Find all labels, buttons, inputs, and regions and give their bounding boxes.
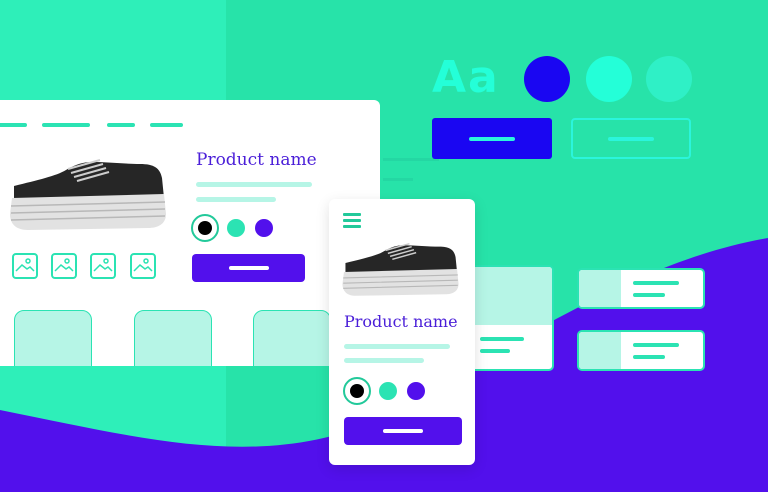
- related-product-tile[interactable]: [14, 310, 92, 366]
- nav-item[interactable]: [150, 123, 183, 127]
- add-to-cart-button[interactable]: [192, 254, 305, 282]
- connector-line: [383, 178, 413, 181]
- text-line: [196, 182, 312, 187]
- color-swatch-cyan: [586, 56, 632, 102]
- color-swatch-blue: [524, 56, 570, 102]
- primary-button-sample[interactable]: [432, 118, 552, 159]
- list-item-thumb: [579, 270, 621, 307]
- button-label-placeholder: [228, 266, 269, 270]
- card-image-placeholder: [470, 267, 552, 325]
- sneaker-image: [342, 242, 459, 296]
- nav-item[interactable]: [107, 123, 135, 127]
- image-icon[interactable]: [51, 253, 77, 279]
- button-label-placeholder: [608, 136, 654, 141]
- color-option-purple[interactable]: [407, 382, 425, 400]
- nav-item[interactable]: [0, 123, 27, 127]
- color-option-teal[interactable]: [379, 382, 397, 400]
- sneaker-image: [10, 159, 166, 230]
- text-line: [633, 293, 665, 297]
- color-option-teal[interactable]: [227, 219, 245, 237]
- color-option-fill: [350, 384, 364, 398]
- text-line: [344, 358, 424, 363]
- button-label-placeholder: [383, 429, 423, 433]
- color-option-black[interactable]: [191, 214, 219, 242]
- image-icon[interactable]: [90, 253, 116, 279]
- related-product-tile[interactable]: [253, 310, 331, 366]
- add-to-cart-button[interactable]: [344, 417, 462, 445]
- button-label-placeholder: [469, 136, 515, 141]
- image-icon[interactable]: [12, 253, 38, 279]
- image-icon[interactable]: [130, 253, 156, 279]
- text-line: [344, 344, 450, 349]
- text-line: [480, 337, 524, 341]
- product-name: Product name: [344, 312, 458, 331]
- list-item-card[interactable]: [577, 268, 705, 309]
- product-name: Product name: [196, 150, 317, 170]
- nav-item[interactable]: [42, 123, 90, 127]
- text-line: [633, 281, 679, 285]
- mobile-product-page: Product name: [329, 199, 475, 465]
- secondary-button-sample[interactable]: [571, 118, 691, 159]
- desktop-product-page: Product name: [0, 100, 380, 366]
- connector-line: [383, 158, 439, 161]
- text-line: [196, 197, 276, 202]
- list-item-thumb: [579, 332, 621, 369]
- related-product-tile[interactable]: [134, 310, 212, 366]
- color-option-purple[interactable]: [255, 219, 273, 237]
- text-line: [480, 349, 510, 353]
- list-item-card[interactable]: [577, 330, 705, 371]
- typography-sample: Aa: [432, 52, 500, 103]
- color-option-fill: [198, 221, 212, 235]
- text-line: [633, 343, 679, 347]
- text-line: [633, 355, 665, 359]
- color-swatch-mint: [646, 56, 692, 102]
- color-option-black[interactable]: [343, 377, 371, 405]
- content-card: [468, 265, 554, 371]
- menu-icon[interactable]: [343, 213, 361, 231]
